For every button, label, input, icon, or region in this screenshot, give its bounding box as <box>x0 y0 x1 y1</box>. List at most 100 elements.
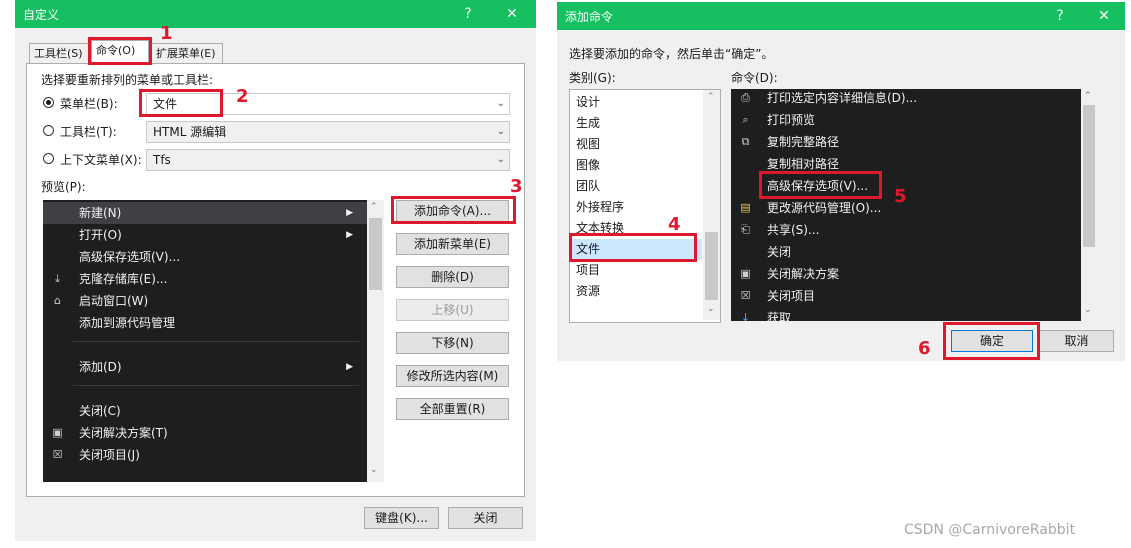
close-project-icon: ☒ <box>740 289 751 302</box>
reset-all-button[interactable]: 全部重置(R) <box>396 398 509 420</box>
list-item[interactable]: ⧉ 复制完整路径 <box>731 131 1097 153</box>
scroll-down-arrow[interactable]: ⌄ <box>370 465 378 475</box>
close-project-icon: ☒ <box>52 448 63 461</box>
list-item[interactable]: ⌂ 启动窗口(W) <box>43 290 367 312</box>
list-item[interactable]: ▤ 更改源代码管理(O)... <box>731 197 1097 219</box>
category-scrollbar[interactable]: ⌃ ⌄ <box>703 90 720 320</box>
highlight-box-6 <box>943 322 1040 360</box>
list-item[interactable]: 高级保存选项(V)... <box>43 246 367 268</box>
radio-menubar-label: 菜单栏(B): <box>60 97 118 111</box>
list-item[interactable]: ▣ 关闭解决方案(T) <box>43 422 367 444</box>
list-item[interactable]: 设计 <box>570 92 720 113</box>
add-command-titlebar: 添加命令 ? ✕ <box>557 2 1125 30</box>
annotation-number-6: 6 <box>918 338 931 359</box>
radio-context-menu-label: 上下文菜单(X): <box>60 153 142 167</box>
chevron-right-icon: ▶ <box>346 208 353 218</box>
divider <box>73 385 359 386</box>
annotation-number-3: 3 <box>510 176 523 197</box>
highlight-box-3 <box>391 196 516 224</box>
list-item[interactable]: ⤓ 克隆存储库(E)... <box>43 268 367 290</box>
keyboard-button[interactable]: 键盘(K)... <box>364 507 439 529</box>
category-list[interactable]: 设计 生成 视图 图像 团队 外接程序 文本转换 文件 项目 资源 ⌃ ⌄ <box>569 89 721 323</box>
close-icon[interactable]: ✕ <box>499 3 525 25</box>
list-item[interactable]: 生成 <box>570 113 720 134</box>
tab-toolbars[interactable]: 工具栏(S) <box>29 43 89 63</box>
help-button[interactable]: ? <box>455 3 481 25</box>
preview-list[interactable]: 新建(N) ▶ 打开(O) ▶ 高级保存选项(V)... ⤓ 克隆存储库(E)... … <box>43 200 367 482</box>
radio-menubar[interactable] <box>43 97 54 108</box>
add-new-menu-button[interactable]: 添加新菜单(E) <box>396 233 509 255</box>
list-item[interactable]: 添加(D) ▶ <box>43 356 367 378</box>
move-down-button[interactable]: 下移(N) <box>396 332 509 354</box>
copy-path-icon: ⧉ <box>741 135 750 148</box>
list-item[interactable]: 图像 <box>570 155 720 176</box>
scroll-up-arrow[interactable]: ⌃ <box>707 92 715 102</box>
home-window-icon: ⌂ <box>54 294 61 307</box>
list-item[interactable]: 新建(N) ▶ <box>43 202 367 224</box>
context-menu-select-value: Tfs <box>153 153 171 167</box>
highlight-box-1 <box>88 37 152 65</box>
list-item[interactable]: 添加到源代码管理 <box>43 312 367 334</box>
highlight-box-2 <box>139 89 223 117</box>
list-item[interactable]: 视图 <box>570 134 720 155</box>
toolbar-select[interactable]: HTML 源编辑 ⌄ <box>146 121 510 143</box>
highlight-box-4 <box>569 233 697 262</box>
list-item[interactable]: 资源 <box>570 281 720 302</box>
command-scrollbar[interactable]: ⌃ ⌄ <box>1081 89 1097 321</box>
instruction-label: 选择要重新排列的菜单或工具栏: <box>41 73 214 87</box>
list-item[interactable]: ▣ 关闭解决方案 <box>731 263 1097 285</box>
help-button[interactable]: ? <box>1047 5 1073 27</box>
context-menu-select[interactable]: Tfs ⌄ <box>146 149 510 171</box>
list-item[interactable]: 项目 <box>570 260 720 281</box>
delete-button[interactable]: 删除(D) <box>396 266 509 288</box>
close-icon[interactable]: ✕ <box>1091 5 1117 27</box>
get-icon: ↓ <box>740 311 751 321</box>
scroll-thumb[interactable] <box>705 232 718 300</box>
watermark: CSDN @CarnivoreRabbit <box>904 522 1076 538</box>
category-label: 类别(G): <box>569 71 616 85</box>
list-item[interactable]: 外接程序 <box>570 197 720 218</box>
add-command-title: 添加命令 <box>565 10 614 24</box>
list-item[interactable]: 团队 <box>570 176 720 197</box>
list-item[interactable]: 关闭 <box>731 241 1097 263</box>
command-label: 命令(D): <box>731 71 778 85</box>
print-preview-icon: ⌕ <box>742 113 749 126</box>
divider <box>73 341 359 342</box>
list-item[interactable]: ⎗ 共享(S)... <box>731 219 1097 241</box>
customize-dialog: 自定义 ? ✕ 工具栏(S) 命令(O) 扩展菜单(E) 选择要重新排列的菜单或… <box>15 0 536 541</box>
annotation-number-2: 2 <box>236 86 249 107</box>
customize-titlebar: 自定义 ? ✕ <box>15 0 536 28</box>
list-item[interactable]: ⎙ 打印选定内容详细信息(D)... <box>731 89 1097 109</box>
scroll-down-arrow[interactable]: ⌄ <box>1084 305 1092 315</box>
list-item[interactable]: ☒ 关闭项目(J) <box>43 444 367 466</box>
list-item[interactable]: ↓ 获取 <box>731 307 1097 321</box>
scroll-thumb[interactable] <box>369 218 382 290</box>
toolbar-select-value: HTML 源编辑 <box>153 125 227 139</box>
source-control-icon: ▤ <box>740 201 751 214</box>
annotation-number-1: 1 <box>160 23 173 44</box>
list-item[interactable]: ☒ 关闭项目 <box>731 285 1097 307</box>
list-item[interactable]: ⌕ 打印预览 <box>731 109 1097 131</box>
move-up-button[interactable]: 上移(U) <box>396 299 509 321</box>
radio-context-menu[interactable] <box>43 153 54 164</box>
radio-toolbar[interactable] <box>43 125 54 136</box>
close-solution-icon: ▣ <box>52 426 63 439</box>
cancel-button[interactable]: 取消 <box>1039 330 1114 352</box>
modify-selection-button[interactable]: 修改所选内容(M) <box>396 365 509 387</box>
chevron-right-icon: ▶ <box>346 362 353 372</box>
highlight-box-5 <box>759 171 882 199</box>
annotation-number-5: 5 <box>894 186 907 207</box>
scroll-thumb[interactable] <box>1083 105 1095 247</box>
instruction-label: 选择要添加的命令，然后单击“确定”。 <box>569 47 774 61</box>
radio-toolbar-label: 工具栏(T): <box>60 125 117 139</box>
command-list[interactable]: ⎙ 打印选定内容详细信息(D)... ⌕ 打印预览 ⧉ 复制完整路径 复制相对路径 高… <box>731 89 1097 321</box>
scroll-up-arrow[interactable]: ⌃ <box>1084 91 1092 101</box>
tab-extension-menus[interactable]: 扩展菜单(E) <box>151 43 223 63</box>
close-button[interactable]: 关闭 <box>448 507 523 529</box>
scroll-down-arrow[interactable]: ⌄ <box>707 304 715 314</box>
preview-scrollbar[interactable]: ⌃ ⌄ <box>367 200 384 482</box>
scroll-up-arrow[interactable]: ⌃ <box>370 202 378 212</box>
list-item[interactable]: 打开(O) ▶ <box>43 224 367 246</box>
printer-icon: ⎙ <box>741 91 750 104</box>
list-item[interactable]: 关闭(C) <box>43 400 367 422</box>
